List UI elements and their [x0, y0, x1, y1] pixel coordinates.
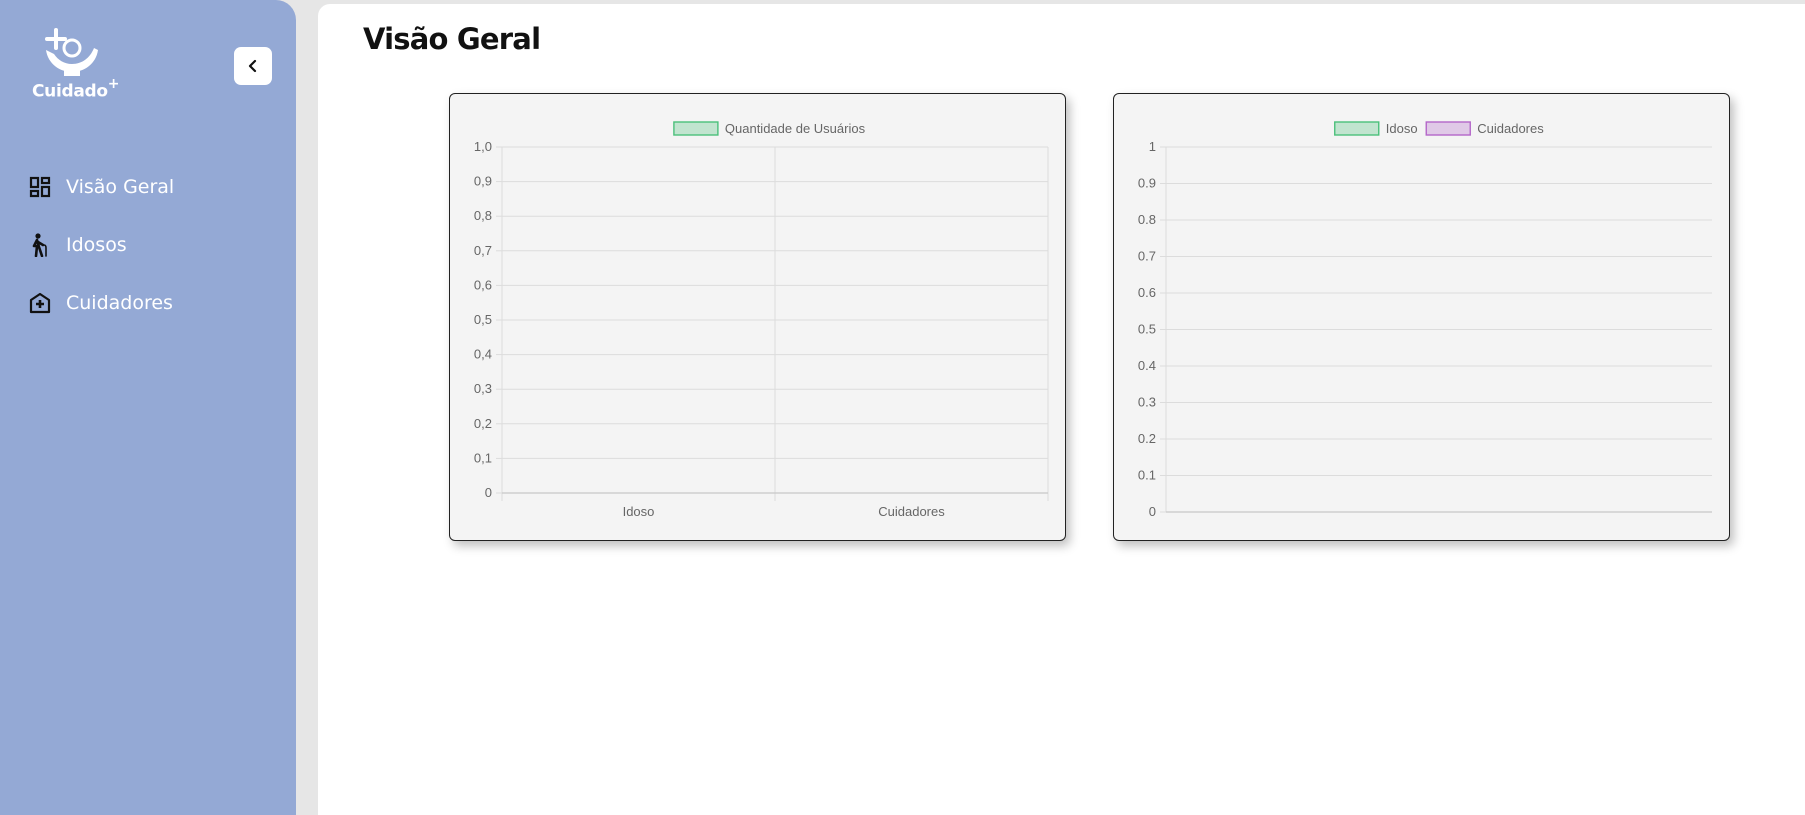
main-content: Visão Geral Quantidade de Usuários 0 0,1 0,…: [318, 4, 1805, 815]
legend-label[interactable]: Cuidadores: [1477, 121, 1544, 136]
home-health-icon: [28, 291, 52, 315]
y-tick-label: 0,6: [474, 277, 492, 292]
y-tick-label: 0,7: [474, 243, 492, 258]
users-line-chart: Idoso Cuidadores 0 0.1 0.2 0.3 0.4 0.5 0.6 0.7 0.8…: [1138, 121, 1712, 519]
y-tick-label: 0.7: [1138, 249, 1156, 264]
dashboard-icon: [28, 175, 52, 199]
sidebar: Cuidado+ Visão Geral Idosos Cuidadores: [0, 0, 296, 815]
y-tick-label: 0.2: [1138, 431, 1156, 446]
users-line-chart-card: Idoso Cuidadores 0 0.1 0.2 0.3 0.4 0.5 0.6 0.7 0.8…: [1113, 93, 1730, 541]
brand-logo: Cuidado+: [28, 28, 120, 102]
y-tick-label: 0.4: [1138, 358, 1156, 373]
collapse-sidebar-button[interactable]: [234, 47, 272, 85]
y-tick-label: 0: [485, 485, 492, 500]
legend-swatch[interactable]: [1334, 121, 1380, 136]
elderly-walking-icon: [28, 233, 52, 257]
y-tick-label: 0,2: [474, 416, 492, 431]
y-tick-label: 0,3: [474, 381, 492, 396]
sidebar-item-label: Visão Geral: [66, 176, 175, 198]
legend-swatch[interactable]: [1425, 121, 1471, 136]
y-tick-label: 0,1: [474, 450, 492, 465]
y-tick-label: 0.5: [1138, 322, 1156, 337]
sidebar-item-label: Idosos: [66, 234, 127, 256]
page-title: Visão Geral: [363, 22, 541, 56]
users-bar-chart: Quantidade de Usuários 0 0,1 0,2 0,3 0,4 0,5 0,…: [474, 121, 1049, 519]
x-tick-label: Idoso: [623, 504, 655, 519]
y-tick-label: 0: [1149, 504, 1156, 519]
y-tick-label: 0.8: [1138, 212, 1156, 227]
x-tick-label: Cuidadores: [878, 504, 945, 519]
y-tick-label: 0.9: [1138, 176, 1156, 191]
sidebar-item-idosos[interactable]: Idosos: [0, 216, 296, 274]
users-bar-chart-card: Quantidade de Usuários 0 0,1 0,2 0,3 0,4 0,5 0,…: [449, 93, 1066, 541]
y-tick-label: 0,9: [474, 174, 492, 189]
y-tick-label: 0.1: [1138, 468, 1156, 483]
y-tick-label: 0.3: [1138, 395, 1156, 410]
legend-swatch[interactable]: [673, 121, 719, 136]
y-tick-label: 0,4: [474, 347, 492, 362]
caring-hands-icon: [45, 28, 98, 76]
y-tick-label: 1,0: [474, 139, 492, 154]
legend-label[interactable]: Idoso: [1386, 121, 1418, 136]
sidebar-item-label: Cuidadores: [66, 292, 173, 314]
y-tick-label: 1: [1149, 139, 1156, 154]
chevron-left-icon: [248, 59, 257, 73]
sidebar-item-visao-geral[interactable]: Visão Geral: [0, 158, 296, 216]
y-tick-label: 0.6: [1138, 285, 1156, 300]
legend-label[interactable]: Quantidade de Usuários: [725, 121, 866, 136]
brand-name: Cuidado+: [32, 76, 120, 102]
sidebar-item-cuidadores[interactable]: Cuidadores: [0, 274, 296, 332]
sidebar-nav: Visão Geral Idosos Cuidadores: [0, 158, 296, 332]
y-tick-label: 0,8: [474, 208, 492, 223]
y-tick-label: 0,5: [474, 312, 492, 327]
